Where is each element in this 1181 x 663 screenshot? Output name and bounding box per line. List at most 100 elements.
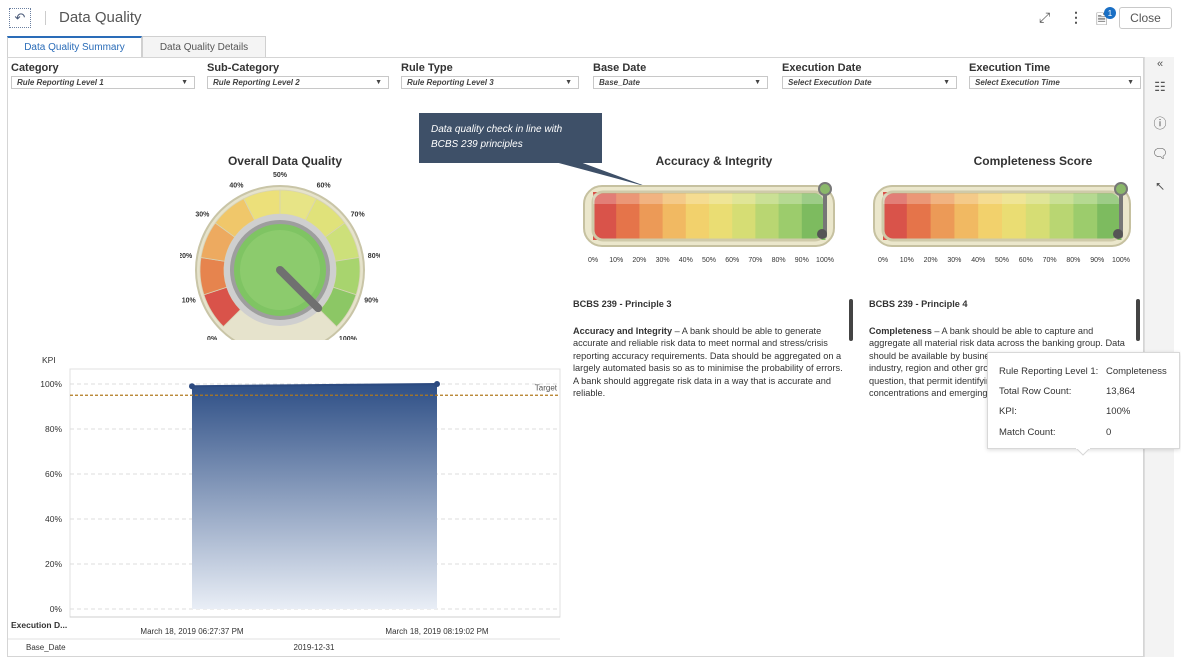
gauge-tick-label: 80% bbox=[1066, 257, 1080, 264]
accuracy-integrity-gauge: 0% 10% 20% 30% 40% 50% 60% 70% 80% 90% 100% bbox=[583, 182, 835, 264]
data-point bbox=[189, 383, 195, 390]
gauge-tick-label: 20% bbox=[180, 253, 193, 260]
close-button[interactable]: Close bbox=[1119, 7, 1172, 29]
chevron-down-icon: ▼ bbox=[181, 79, 188, 86]
gauge-tick-label: 10% bbox=[900, 257, 914, 264]
tooltip-value: 100% bbox=[1106, 406, 1131, 417]
treemap-label: Completeness bbox=[1053, 550, 1113, 560]
completeness-gauge-title: Completeness Score bbox=[973, 154, 1093, 168]
scrollbar[interactable] bbox=[849, 299, 853, 341]
principle-body: Accuracy and Integrity – A bank should b… bbox=[573, 325, 845, 400]
gauge-gloss bbox=[593, 194, 825, 204]
principle-3-text: BCBS 239 - Principle 3 Accuracy and Inte… bbox=[573, 298, 845, 416]
gauge-tick-label: 30% bbox=[656, 257, 670, 264]
chevron-down-icon: ▼ bbox=[943, 79, 950, 86]
collapse-icon[interactable]: « bbox=[1145, 58, 1175, 70]
gauge-tick-label: 90% bbox=[795, 257, 809, 264]
data-table-icon[interactable]: ☷ bbox=[1145, 79, 1175, 95]
filter-label: Execution Date bbox=[782, 62, 862, 74]
gauge-tick-label: 60% bbox=[317, 182, 332, 189]
filter-icon[interactable]: ⭦ bbox=[1145, 179, 1175, 195]
y-tick-label: 80% bbox=[45, 424, 62, 434]
principle-term: Completeness bbox=[869, 325, 932, 336]
execution-time-dropdown[interactable]: Select Execution Time ▼ bbox=[969, 76, 1141, 89]
gauge-tick-label: 100% bbox=[816, 257, 834, 264]
base-axis-label: 2019-12-31 bbox=[294, 643, 335, 652]
base-date-dropdown[interactable]: Base_Date ▼ bbox=[593, 76, 768, 89]
principle-heading: BCBS 239 - Principle 4 bbox=[869, 299, 968, 309]
fullscreen-icon[interactable]: ⤢ bbox=[1039, 9, 1050, 26]
y-tick-label: 40% bbox=[45, 514, 62, 524]
tooltip-key: Total Row Count: bbox=[999, 386, 1072, 397]
y-axis-title: KPI bbox=[42, 355, 56, 365]
principle-term: Accuracy and Integrity bbox=[573, 325, 673, 336]
x-tick-label: March 18, 2019 08:19:02 PM bbox=[385, 627, 489, 636]
accuracy-gauge-title: Accuracy & Integrity bbox=[655, 154, 773, 168]
back-arrow-icon[interactable]: ↶ bbox=[9, 8, 31, 28]
filter-label: Base Date bbox=[593, 62, 647, 74]
area-fill bbox=[192, 384, 437, 609]
top-bar: ↶ Data Quality ⤢ ⋮ 🗎 1 Close bbox=[0, 0, 1181, 36]
gauge-tick-label: 90% bbox=[1090, 257, 1104, 264]
x-tick-label: March 18, 2019 06:27:37 PM bbox=[140, 627, 244, 636]
gauge-tick-label: 70% bbox=[351, 212, 366, 219]
gauge-tick-label: 0% bbox=[588, 257, 598, 264]
gauge-tick-label: 80% bbox=[772, 257, 786, 264]
filter-sub-category: Sub-Category Rule Reporting Level 2 ▼ bbox=[207, 62, 389, 89]
y-tick-label: 100% bbox=[40, 379, 62, 389]
category-dropdown[interactable]: Rule Reporting Level 1 ▼ bbox=[11, 76, 195, 89]
filter-label: Sub-Category bbox=[207, 62, 280, 74]
more-options-icon[interactable]: ⋮ bbox=[1069, 9, 1083, 26]
notification-badge: 1 bbox=[1104, 7, 1116, 19]
gauge-tick-label: 10% bbox=[609, 257, 623, 264]
gauge-tick-label: 50% bbox=[995, 257, 1009, 264]
treemap-tile-accuracy[interactable]: Accuracy & Integrity bbox=[577, 459, 1025, 651]
gauge-tick-label: 40% bbox=[229, 182, 244, 189]
scrollbar[interactable] bbox=[1136, 299, 1140, 341]
tab-data-quality-summary[interactable]: Data Quality Summary bbox=[7, 36, 142, 57]
chevron-down-icon: ▼ bbox=[754, 79, 761, 86]
dropdown-value: Select Execution Date bbox=[788, 78, 872, 87]
dropdown-value: Rule Reporting Level 2 bbox=[213, 78, 300, 87]
y-tick-label: 0% bbox=[50, 604, 63, 614]
y-tick-label: 60% bbox=[45, 469, 62, 479]
sub-category-dropdown[interactable]: Rule Reporting Level 2 ▼ bbox=[207, 76, 389, 89]
gauge-tick-label: 30% bbox=[195, 212, 210, 219]
gauge-tick-label: 20% bbox=[924, 257, 938, 264]
execution-date-dropdown[interactable]: Select Execution Date ▼ bbox=[782, 76, 957, 89]
gauge-tick-label: 50% bbox=[273, 172, 288, 179]
kpi-chart: KPI 0% 20% 40% 60% 80% 100% Target Execution D..… bbox=[8, 355, 561, 652]
gauge-tick-label: 30% bbox=[947, 257, 961, 264]
gauge-tick-label: 100% bbox=[339, 336, 358, 340]
x-axis-title: Execution D... bbox=[11, 620, 67, 630]
dropdown-value: Rule Reporting Level 1 bbox=[17, 78, 104, 87]
tooltip-value: 13,864 bbox=[1106, 386, 1136, 397]
chevron-down-icon: ▼ bbox=[565, 79, 572, 86]
gauge-tick-label: 40% bbox=[971, 257, 985, 264]
overall-quality-gauge: 0% 10% 20% 30% 40% 50% 60% 70% 80% 90% 100% bbox=[180, 172, 380, 340]
gauge-tick-label: 70% bbox=[748, 257, 762, 264]
treemap-tile-completeness[interactable]: Completeness bbox=[1028, 459, 1138, 651]
gauge-tick-label: 0% bbox=[878, 257, 888, 264]
dropdown-value: Rule Reporting Level 3 bbox=[407, 78, 494, 87]
completeness-score-gauge: 0% 10% 20% 30% 40% 50% 60% 70% 80% 90% 100% bbox=[873, 182, 1131, 264]
tab-data-quality-details[interactable]: Data Quality Details bbox=[142, 36, 266, 57]
rule-type-dropdown[interactable]: Rule Reporting Level 3 ▼ bbox=[401, 76, 579, 89]
tooltip-key: Match Count: bbox=[999, 427, 1056, 438]
gauge-tick-label: 80% bbox=[368, 253, 380, 260]
gauge-tick-label: 50% bbox=[702, 257, 716, 264]
tooltip-value: Completeness bbox=[1106, 366, 1167, 377]
gauge-tick-label: 0% bbox=[207, 336, 218, 340]
gauge-tick-label: 10% bbox=[182, 298, 197, 305]
filter-label: Category bbox=[11, 62, 59, 74]
info-icon[interactable]: ⓘ bbox=[1145, 113, 1175, 132]
dropdown-value: Base_Date bbox=[599, 78, 640, 87]
base-axis-title: Base_Date bbox=[26, 643, 66, 652]
gauge-tick-label: 40% bbox=[679, 257, 693, 264]
gauge-tick-label: 90% bbox=[364, 298, 379, 305]
gauge-tick-label: 100% bbox=[1112, 257, 1130, 264]
principle-heading: BCBS 239 - Principle 3 bbox=[573, 299, 672, 309]
page-title: Data Quality bbox=[59, 9, 142, 26]
gauge-title: Overall Data Quality bbox=[227, 154, 343, 168]
gauge-marker-knob bbox=[1114, 182, 1128, 196]
